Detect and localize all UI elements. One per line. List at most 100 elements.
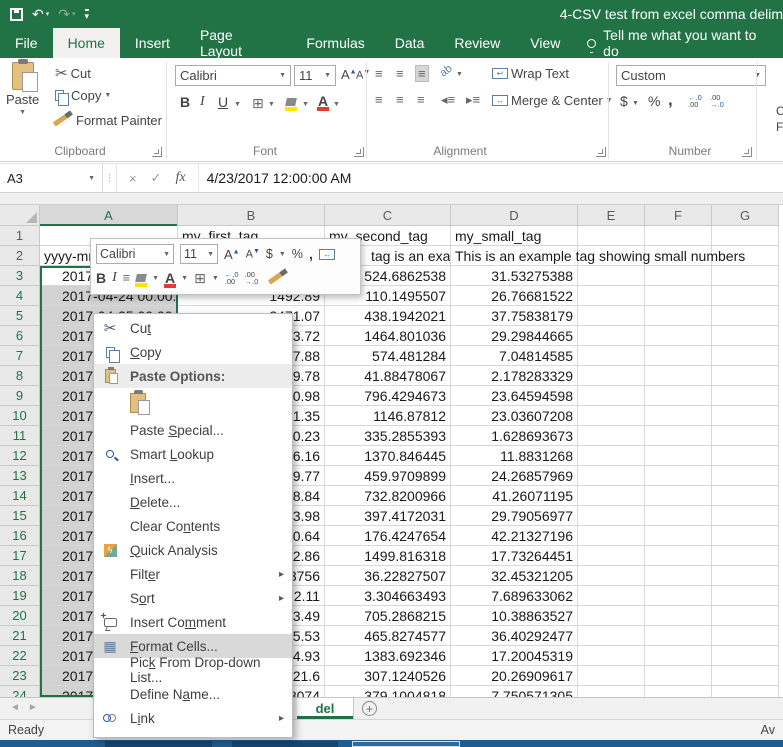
menu-item-insert-comment[interactable]: Insert Comment (94, 610, 292, 634)
cell-G9[interactable] (712, 386, 779, 406)
row-header-10[interactable]: 10 (0, 406, 40, 426)
cell-D4[interactable]: 26.76681522 (451, 286, 578, 306)
row-header-5[interactable]: 5 (0, 306, 40, 326)
cell-C12[interactable]: 1370.846445 (325, 446, 451, 466)
grow-font-button[interactable]: A▲ (341, 67, 357, 82)
cell-E8[interactable] (578, 366, 645, 386)
row-header-2[interactable]: 2 (0, 246, 40, 266)
cell-C10[interactable]: 1146.87812 (325, 406, 451, 426)
column-header-F[interactable]: F (645, 205, 712, 226)
borders-menu-caret[interactable]: ▼ (268, 101, 275, 108)
menu-item-copy[interactable]: Copy (94, 340, 292, 364)
cell-F10[interactable] (645, 406, 712, 426)
menu-item-paste-keep-formatting[interactable] (94, 388, 292, 418)
cell-C11[interactable]: 335.2855393 (325, 426, 451, 446)
fill-color-button[interactable] (285, 94, 297, 111)
mini-italic-button[interactable]: I (112, 270, 117, 286)
column-header-E[interactable]: E (578, 205, 645, 226)
cell-G7[interactable] (712, 346, 779, 366)
cell-G19[interactable] (712, 586, 779, 606)
insert-function-button[interactable]: fx (176, 170, 186, 186)
cell-C21[interactable]: 465.8274577 (325, 626, 451, 646)
row-header-11[interactable]: 11 (0, 426, 40, 446)
cell-C22[interactable]: 1383.692346 (325, 646, 451, 666)
cell-E13[interactable] (578, 466, 645, 486)
font-color-button[interactable]: A (316, 93, 330, 111)
row-header-23[interactable]: 23 (0, 666, 40, 686)
font-size-select[interactable]: 11 ▼ (294, 65, 336, 86)
row-header-24[interactable]: 24 (0, 686, 40, 697)
row-header-22[interactable]: 22 (0, 646, 40, 666)
cell-F3[interactable] (645, 266, 712, 286)
number-format-select[interactable]: Custom ▼ (616, 65, 766, 86)
mini-grow-font-button[interactable]: A▲ (224, 247, 240, 262)
tab-data[interactable]: Data (380, 28, 440, 58)
bold-button[interactable]: B (180, 94, 190, 110)
cut-button[interactable]: ✂ Cut (55, 64, 91, 82)
cell-C14[interactable]: 732.8200966 (325, 486, 451, 506)
row-header-18[interactable]: 18 (0, 566, 40, 586)
cell-E16[interactable] (578, 526, 645, 546)
cell-C13[interactable]: 459.9709899 (325, 466, 451, 486)
cell-D5[interactable]: 37.75838179 (451, 306, 578, 326)
cell-F19[interactable] (645, 586, 712, 606)
cell-D11[interactable]: 1.628693673 (451, 426, 578, 446)
cell-G11[interactable] (712, 426, 779, 446)
cell-F15[interactable] (645, 506, 712, 526)
fill-color-caret[interactable]: ▼ (152, 275, 159, 282)
save-button[interactable] (10, 7, 23, 21)
cell-D9[interactable]: 23.64594598 (451, 386, 578, 406)
cell-G20[interactable] (712, 606, 779, 626)
cell-G22[interactable] (712, 646, 779, 666)
cell-G8[interactable] (712, 366, 779, 386)
cell-D17[interactable]: 17.73264451 (451, 546, 578, 566)
row-header-3[interactable]: 3 (0, 266, 40, 286)
column-header-G[interactable]: G (712, 205, 779, 226)
row-header-8[interactable]: 8 (0, 366, 40, 386)
cell-E11[interactable] (578, 426, 645, 446)
tab-home[interactable]: Home (52, 28, 120, 58)
cell-F7[interactable] (645, 346, 712, 366)
cell-D21[interactable]: 36.40292477 (451, 626, 578, 646)
mini-shrink-font-button[interactable]: A▼ (246, 248, 260, 261)
comma-format-button[interactable]: , (668, 90, 673, 110)
customize-qat-button[interactable]: ▾ (84, 8, 90, 20)
cell-E24[interactable] (578, 686, 645, 697)
cell-G14[interactable] (712, 486, 779, 506)
cell-E7[interactable] (578, 346, 645, 366)
bottom-align-button[interactable]: ≡ (415, 65, 429, 82)
cell-G3[interactable] (712, 266, 779, 286)
row-header-4[interactable]: 4 (0, 286, 40, 306)
cell-G18[interactable] (712, 566, 779, 586)
cell-F4[interactable] (645, 286, 712, 306)
column-header-A[interactable]: A (40, 205, 178, 226)
format-painter-button[interactable]: Format Painter (52, 113, 162, 128)
mini-bold-button[interactable]: B (96, 270, 106, 286)
cell-C18[interactable]: 36.22827507 (325, 566, 451, 586)
mini-comma-button[interactable]: , (309, 246, 313, 263)
number-dialog-launcher[interactable] (742, 147, 752, 157)
increase-indent-button[interactable]: ▸≡ (466, 92, 480, 108)
font-color-caret[interactable]: ▼ (333, 101, 340, 108)
tab-review[interactable]: Review (439, 28, 515, 58)
cell-G24[interactable] (712, 686, 779, 697)
paste-button[interactable]: Paste ▼ (6, 59, 39, 116)
row-header-12[interactable]: 12 (0, 446, 40, 466)
cell-C20[interactable]: 705.2868215 (325, 606, 451, 626)
mini-increase-decimal-button[interactable]: ←.0.00 (225, 271, 239, 286)
cell-E1[interactable] (578, 226, 645, 246)
font-family-select[interactable]: Calibri ▼ (175, 65, 291, 86)
menu-item-filter[interactable]: Filter ▸ (94, 562, 292, 586)
cell-F11[interactable] (645, 426, 712, 446)
cell-E9[interactable] (578, 386, 645, 406)
tell-me-box[interactable]: Tell me what you want to do (575, 27, 783, 59)
menu-item-link[interactable]: Link ▸ (94, 706, 292, 730)
cell-G13[interactable] (712, 466, 779, 486)
row-header-14[interactable]: 14 (0, 486, 40, 506)
cell-D16[interactable]: 42.21327196 (451, 526, 578, 546)
cell-G17[interactable] (712, 546, 779, 566)
alignment-dialog-launcher[interactable] (596, 147, 606, 157)
cell-C8[interactable]: 41.88478067 (325, 366, 451, 386)
cell-C17[interactable]: 1499.816318 (325, 546, 451, 566)
borders-caret[interactable]: ▼ (212, 275, 219, 282)
